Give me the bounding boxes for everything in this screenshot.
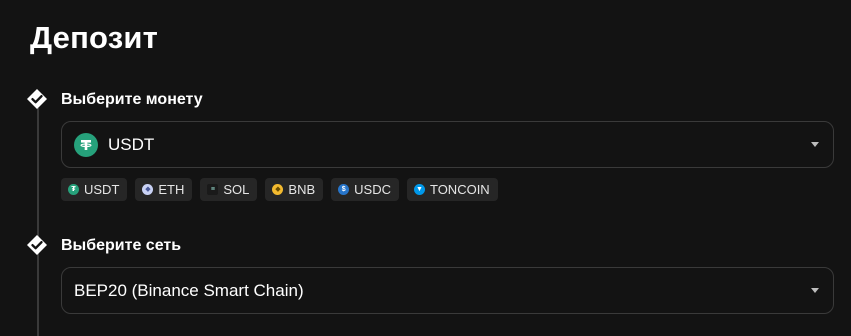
step-timeline-line	[37, 108, 39, 336]
chevron-down-icon	[811, 141, 819, 147]
solana-icon: ≡	[207, 184, 219, 195]
tether-icon	[74, 132, 98, 157]
page-title: Депозит	[30, 20, 159, 55]
network-select[interactable]: BEP20 (Binance Smart Chain)	[61, 267, 834, 314]
chevron-down-icon	[811, 287, 819, 293]
coin-select[interactable]: USDT	[61, 121, 834, 168]
step-complete-check-icon	[27, 235, 47, 255]
chip-label: USDC	[354, 182, 391, 197]
chip-bnb[interactable]: ◆ BNB	[265, 178, 324, 201]
bnb-icon: ◆	[272, 184, 284, 195]
step-complete-check-icon	[27, 89, 47, 109]
step-label-choose-network: Выберите сеть	[61, 237, 182, 254]
chip-usdc[interactable]: $ USDC	[331, 178, 399, 201]
network-select-value: BEP20 (Binance Smart Chain)	[74, 280, 304, 300]
chip-usdt[interactable]: ₮ USDT	[61, 178, 128, 201]
chip-label: BNB	[288, 182, 316, 197]
chip-eth[interactable]: ◆ ETH	[135, 178, 193, 201]
chip-label: USDT	[84, 182, 120, 197]
step-label-choose-coin: Выберите монету	[61, 91, 203, 108]
chip-sol[interactable]: ≡ SOL	[200, 178, 258, 201]
ethereum-icon: ◆	[142, 184, 154, 195]
chip-toncoin[interactable]: ▼ TONCOIN	[406, 178, 498, 201]
chip-label: ETH	[158, 182, 185, 197]
tether-icon: ₮	[68, 184, 79, 195]
chip-label: TONCOIN	[429, 182, 490, 197]
toncoin-icon: ▼	[413, 184, 425, 195]
coin-select-value: USDT	[108, 134, 155, 154]
quick-coin-chips: ₮ USDT ◆ ETH ≡ SOL ◆ BNB $ USDC ▼ TONCOI…	[61, 178, 498, 201]
usdc-icon: $	[338, 184, 350, 195]
chip-label: SOL	[223, 182, 250, 197]
deposit-page: Депозит Выберите монету USDT ₮ USDT ◆ ET…	[0, 0, 851, 336]
